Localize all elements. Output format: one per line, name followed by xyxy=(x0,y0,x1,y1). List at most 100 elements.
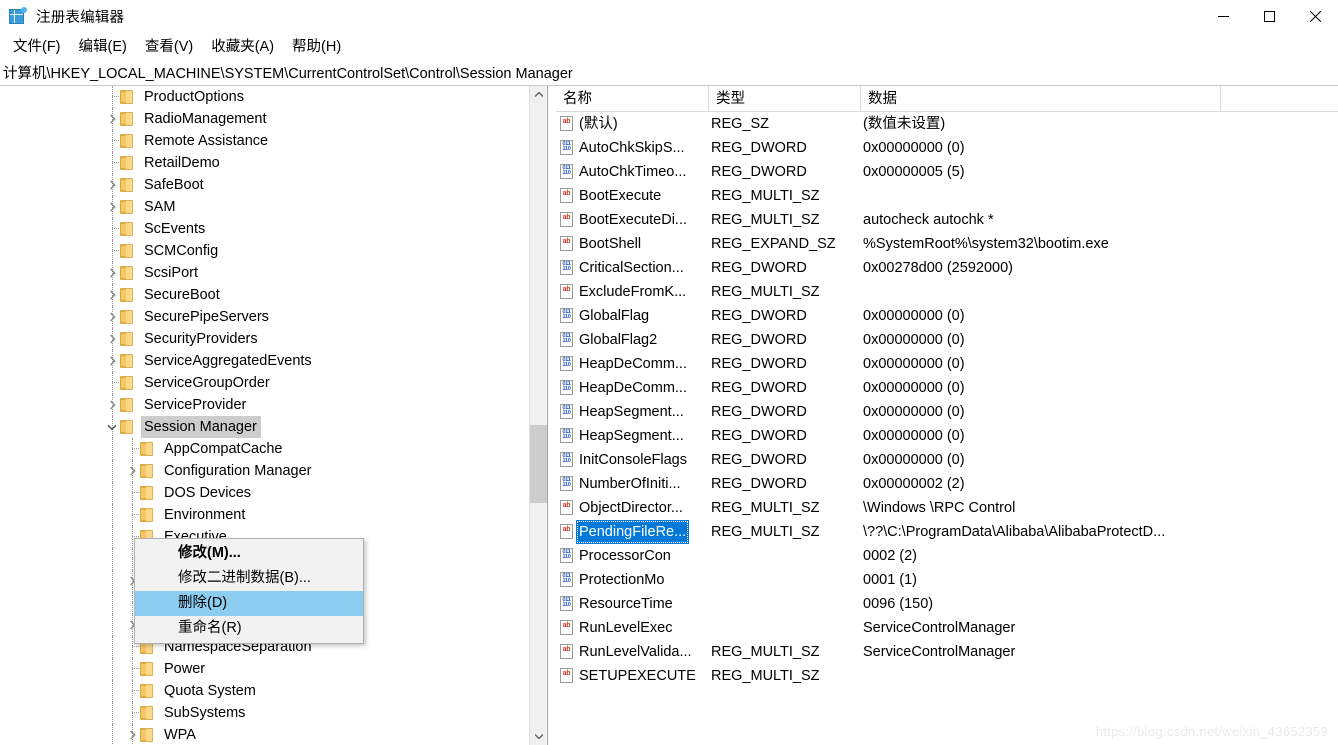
chevron-right-icon[interactable] xyxy=(104,394,120,416)
tree-item-label: Quota System xyxy=(164,683,256,699)
value-row[interactable]: 011 110 InitConsoleFlags REG_DWORD 0x0000000… xyxy=(556,448,1338,472)
column-header-extra[interactable] xyxy=(1221,86,1338,112)
value-row[interactable]: ab (默认) REG_SZ (数值未设置) xyxy=(556,112,1338,136)
ctx-rename[interactable]: 重命名(R) xyxy=(135,616,363,641)
menu-edit[interactable]: 编辑(E) xyxy=(70,32,136,60)
value-row[interactable]: 011 110 HeapDeComm... REG_DWORD 0x00000000 (… xyxy=(556,352,1338,376)
pane-splitter[interactable] xyxy=(547,86,551,745)
tree-item-remote-assistance[interactable]: Remote Assistance xyxy=(0,130,529,152)
tree-item-environment[interactable]: Environment xyxy=(0,504,529,526)
tree-item-scevents[interactable]: ScEvents xyxy=(0,218,529,240)
tree-item-quota-system[interactable]: Quota System xyxy=(0,680,529,702)
menu-file[interactable]: 文件(F) xyxy=(4,32,70,60)
value-data: 0x00000000 (0) xyxy=(863,452,965,468)
value-row[interactable]: ab RunLevelExec ServiceControlManager xyxy=(556,616,1338,640)
tree-item-scmconfig[interactable]: SCMConfig xyxy=(0,240,529,262)
tree-item-safeboot[interactable]: SafeBoot xyxy=(0,174,529,196)
ctx-delete[interactable]: 删除(D) xyxy=(135,591,363,616)
chevron-right-icon[interactable] xyxy=(104,174,120,196)
chevron-right-icon[interactable] xyxy=(104,196,120,218)
chevron-right-icon[interactable] xyxy=(124,460,140,482)
value-row[interactable]: 011 110 ProcessorCon 0002 (2) xyxy=(556,544,1338,568)
menu-favorites[interactable]: 收藏夹(A) xyxy=(202,32,283,60)
value-row[interactable]: 011 110 HeapSegment... REG_DWORD 0x00000000 … xyxy=(556,400,1338,424)
value-name: GlobalFlag xyxy=(579,308,650,324)
value-row[interactable]: 011 110 GlobalFlag2 REG_DWORD 0x00000000 (0) xyxy=(556,328,1338,352)
tree-item-scsiport[interactable]: ScsiPort xyxy=(0,262,529,284)
chevron-right-icon[interactable] xyxy=(104,306,120,328)
value-row[interactable]: ab ExcludeFromK... REG_MULTI_SZ xyxy=(556,280,1338,304)
tree-item-label: Power xyxy=(164,661,206,677)
value-row[interactable]: 011 110 ProtectionMo 0001 (1) xyxy=(556,568,1338,592)
tree-item-retaildemo[interactable]: RetailDemo xyxy=(0,152,529,174)
address-bar[interactable]: 计算机\HKEY_LOCAL_MACHINE\SYSTEM\CurrentCon… xyxy=(0,59,1338,86)
menu-view[interactable]: 查看(V) xyxy=(136,32,202,60)
chevron-right-icon[interactable] xyxy=(104,328,120,350)
value-row[interactable]: ab SETUPEXECUTE REG_MULTI_SZ xyxy=(556,664,1338,688)
tree-item-session-manager[interactable]: Session Manager xyxy=(0,416,529,438)
tree-item-wpa[interactable]: WPA xyxy=(0,724,529,745)
minimize-button[interactable] xyxy=(1200,0,1246,32)
value-row[interactable]: 011 110 HeapSegment... REG_DWORD 0x00000000 … xyxy=(556,424,1338,448)
value-row[interactable]: 011 110 GlobalFlag REG_DWORD 0x00000000 (0) xyxy=(556,304,1338,328)
value-row[interactable]: 011 110 HeapDeComm... REG_DWORD 0x00000000 (… xyxy=(556,376,1338,400)
tree-item-sam[interactable]: SAM xyxy=(0,196,529,218)
scroll-down-arrow[interactable] xyxy=(530,728,547,745)
scroll-up-arrow[interactable] xyxy=(530,86,547,103)
value-name: HeapSegment... xyxy=(579,404,684,420)
tree-item-configuration-manager[interactable]: Configuration Manager xyxy=(0,460,529,482)
tree-item-productoptions[interactable]: ProductOptions xyxy=(0,86,529,108)
chevron-right-icon[interactable] xyxy=(104,108,120,130)
tree-item-appcompatcache[interactable]: AppCompatCache xyxy=(0,438,529,460)
value-data: 0x00000000 (0) xyxy=(863,140,965,156)
tree-vertical-scrollbar[interactable] xyxy=(529,86,547,745)
close-button[interactable] xyxy=(1292,0,1338,32)
folder-icon xyxy=(140,464,156,478)
column-header-type[interactable]: 类型 xyxy=(709,86,861,112)
tree-item-power[interactable]: Power xyxy=(0,658,529,680)
tree-guide-line xyxy=(112,548,113,570)
menu-help[interactable]: 帮助(H) xyxy=(283,32,350,60)
value-type: REG_MULTI_SZ xyxy=(711,500,820,516)
value-row[interactable]: ab BootExecute REG_MULTI_SZ xyxy=(556,184,1338,208)
ctx-modify-binary[interactable]: 修改二进制数据(B)... xyxy=(135,566,363,591)
scrollbar-thumb[interactable] xyxy=(530,425,547,503)
chevron-right-icon[interactable] xyxy=(104,262,120,284)
tree-guide-line xyxy=(112,152,113,174)
value-row[interactable]: ab ObjectDirector... REG_MULTI_SZ \Windows … xyxy=(556,496,1338,520)
value-type: REG_MULTI_SZ xyxy=(711,284,820,300)
tree-item-secureboot[interactable]: SecureBoot xyxy=(0,284,529,306)
ctx-modify[interactable]: 修改(M)... xyxy=(135,541,363,566)
tree-guide-line xyxy=(132,438,133,460)
value-row[interactable]: 011 110 AutoChkSkipS... REG_DWORD 0x00000000… xyxy=(556,136,1338,160)
value-row[interactable]: 011 110 NumberOfIniti... REG_DWORD 0x0000000… xyxy=(556,472,1338,496)
list-body: ab (默认) REG_SZ (数值未设置) 011 110 AutoChkSkipS...… xyxy=(556,112,1338,688)
column-header-data[interactable]: 数据 xyxy=(861,86,1221,112)
tree-item-dos-devices[interactable]: DOS Devices xyxy=(0,482,529,504)
chevron-right-icon[interactable] xyxy=(124,724,140,745)
tree-item-subsystems[interactable]: SubSystems xyxy=(0,702,529,724)
value-row[interactable]: 011 110 CriticalSection... REG_DWORD 0x00278… xyxy=(556,256,1338,280)
tree-item-serviceprovider[interactable]: ServiceProvider xyxy=(0,394,529,416)
tree-item-securityproviders[interactable]: SecurityProviders xyxy=(0,328,529,350)
chevron-down-icon[interactable] xyxy=(104,416,120,438)
maximize-button[interactable] xyxy=(1246,0,1292,32)
tree-item-radiomanagement[interactable]: RadioManagement xyxy=(0,108,529,130)
value-row[interactable]: 011 110 ResourceTime 0096 (150) xyxy=(556,592,1338,616)
value-row[interactable]: 011 110 AutoChkTimeo... REG_DWORD 0x00000005… xyxy=(556,160,1338,184)
value-row[interactable]: ab RunLevelValida... REG_MULTI_SZ ServiceCo… xyxy=(556,640,1338,664)
column-header-name[interactable]: 名称 xyxy=(556,86,709,112)
value-type: REG_DWORD xyxy=(711,404,807,420)
value-row[interactable]: ab PendingFileRe... REG_MULTI_SZ \??\C:\Pro… xyxy=(556,520,1338,544)
chevron-right-icon[interactable] xyxy=(104,284,120,306)
tree-item-serviceaggregatedevents[interactable]: ServiceAggregatedEvents xyxy=(0,350,529,372)
folder-icon xyxy=(120,244,136,258)
binary-value-icon: 011 110 xyxy=(559,452,575,468)
main-content: ProductOptions RadioManagement Remote Assi… xyxy=(0,86,1338,745)
value-row[interactable]: ab BootExecuteDi... REG_MULTI_SZ autocheck … xyxy=(556,208,1338,232)
chevron-right-icon[interactable] xyxy=(104,350,120,372)
tree-item-securepipeservers[interactable]: SecurePipeServers xyxy=(0,306,529,328)
value-name: BootExecuteDi... xyxy=(579,212,687,228)
value-row[interactable]: ab BootShell REG_EXPAND_SZ %SystemRoot%\sys… xyxy=(556,232,1338,256)
tree-item-servicegrouporder[interactable]: ServiceGroupOrder xyxy=(0,372,529,394)
